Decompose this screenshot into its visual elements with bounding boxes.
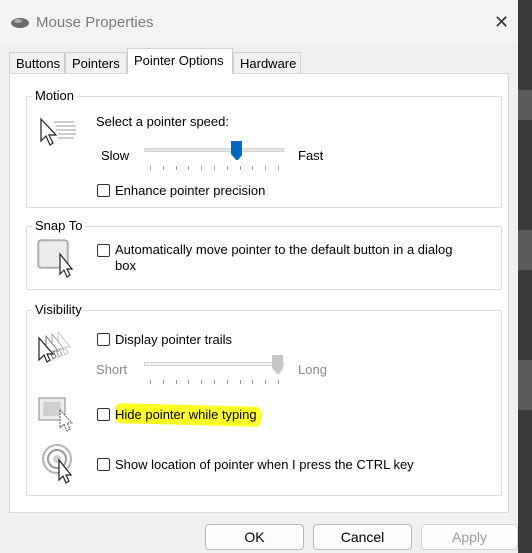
slider-tick	[252, 166, 254, 170]
slider-tick	[175, 166, 177, 170]
hide-pointer-checkbox[interactable]	[97, 408, 110, 421]
title-bar: Mouse Properties ✕	[0, 0, 518, 44]
hide-pointer-icon	[38, 397, 74, 432]
pointer-trails-label: Display pointer trails	[115, 332, 233, 347]
trail-length-slider-thumb[interactable]	[271, 354, 283, 374]
slider-tick	[214, 166, 215, 170]
slider-tick	[252, 380, 254, 384]
cancel-button[interactable]: Cancel	[313, 524, 412, 550]
slider-tick	[150, 380, 151, 384]
slider-tick	[226, 380, 228, 384]
fast-label: Fast	[298, 148, 324, 163]
snap-to-icon	[37, 239, 74, 278]
slider-tick	[265, 166, 267, 170]
snap-to-label-line1: Automatically move pointer to the defaul…	[115, 242, 453, 257]
close-icon[interactable]: ✕	[494, 12, 509, 32]
snap-to-label-line2: box	[115, 258, 136, 273]
tab-pointer-options[interactable]: Pointer Options	[127, 48, 233, 74]
slider-tick	[175, 380, 177, 384]
slider-tick	[162, 380, 164, 384]
pointer-speed-slider[interactable]	[144, 148, 284, 152]
slow-label: Slow	[101, 148, 130, 163]
hide-pointer-label: Hide pointer while typing	[115, 407, 257, 422]
tab-hardware[interactable]: Hardware	[233, 52, 301, 73]
pointer-trails-icon	[38, 330, 72, 363]
slider-tick	[201, 380, 203, 384]
background-window-strip	[518, 0, 532, 553]
slider-tick	[162, 166, 164, 170]
slider-tick	[278, 380, 279, 384]
mouse-properties-dialog: Mouse Properties ✕ Buttons Pointers Poin…	[0, 0, 518, 553]
tab-pointers[interactable]: Pointers	[65, 52, 127, 73]
show-location-icon	[42, 444, 73, 484]
pointer-speed-icon	[40, 117, 76, 146]
enhance-precision-checkbox[interactable]	[97, 184, 110, 197]
visibility-legend: Visibility	[32, 302, 85, 317]
slider-tick	[214, 380, 215, 384]
slider-tick	[239, 166, 241, 170]
short-label: Short	[96, 362, 128, 377]
motion-legend: Motion	[32, 88, 78, 103]
slider-tick	[278, 166, 279, 170]
slider-tick	[188, 380, 190, 384]
pointer-trails-checkbox[interactable]	[97, 333, 110, 346]
ok-button[interactable]: OK	[205, 524, 304, 550]
snap-to-checkbox[interactable]	[97, 244, 110, 257]
slider-tick	[201, 166, 203, 170]
enhance-precision-label: Enhance pointer precision	[115, 183, 266, 198]
snap-to-group	[26, 226, 502, 290]
slider-tick	[239, 380, 241, 384]
slider-tick	[150, 166, 151, 170]
apply-button[interactable]: Apply	[421, 524, 518, 550]
mouse-icon	[11, 18, 29, 28]
show-location-label: Show location of pointer when I press th…	[115, 457, 414, 472]
pointer-speed-label: Select a pointer speed:	[96, 114, 229, 129]
long-label: Long	[298, 362, 327, 377]
slider-tick	[265, 380, 267, 384]
slider-tick	[188, 166, 190, 170]
slider-tick	[226, 166, 228, 170]
snap-to-legend: Snap To	[32, 218, 86, 233]
show-location-checkbox[interactable]	[97, 458, 110, 471]
window-title: Mouse Properties	[36, 14, 154, 31]
pointer-speed-slider-thumb[interactable]	[230, 140, 243, 160]
trail-length-slider[interactable]	[144, 362, 284, 366]
tab-buttons[interactable]: Buttons	[9, 52, 65, 73]
